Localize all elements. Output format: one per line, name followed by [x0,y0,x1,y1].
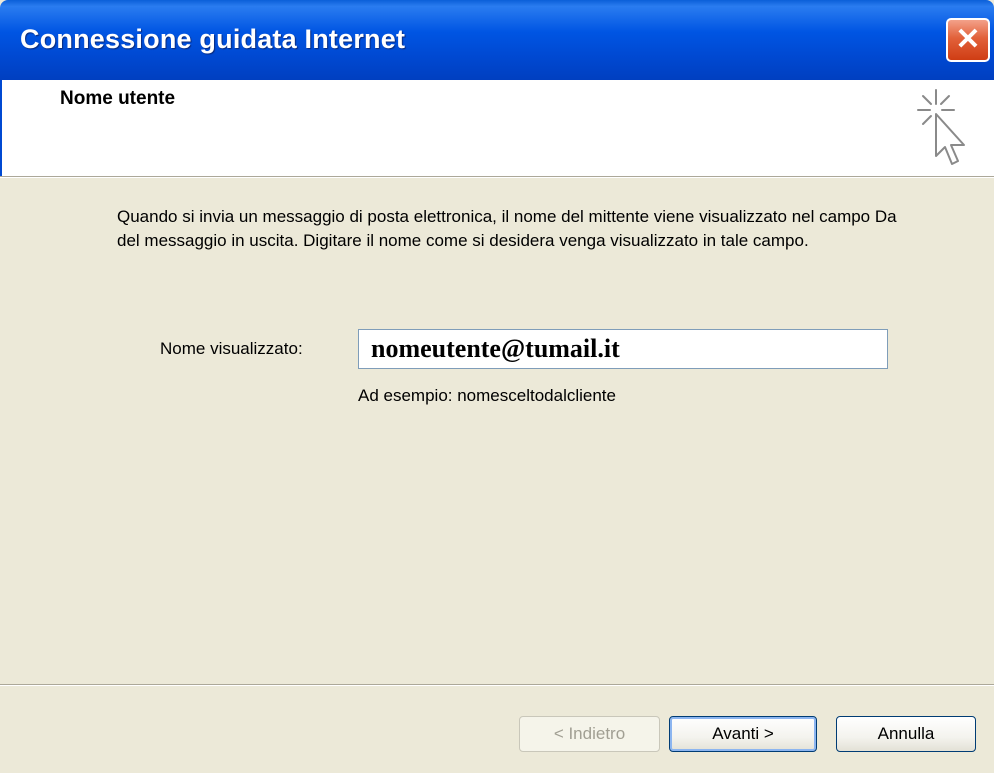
header-divider-highlight [0,177,994,178]
display-name-label: Nome visualizzato: [160,339,303,358]
page-title: Nome utente [60,88,176,109]
title-bar[interactable]: Connessione guidata Internet ✕ [0,0,994,80]
intro-text: Quando si invia un messaggio di posta el… [117,207,897,250]
close-button[interactable]: ✕ [946,18,990,62]
back-button[interactable]: < Indietro [519,716,660,752]
next-button[interactable]: Avanti > [669,716,817,752]
display-name-input[interactable] [358,329,888,369]
wizard-cursor-icon [917,89,965,165]
close-icon: ✕ [955,23,981,56]
window-title: Connessione guidata Internet [20,24,406,54]
footer-divider-highlight [0,685,994,686]
example-hint: Ad esempio: nomesceltodalcliente [358,386,616,405]
wizard-window: Connessione guidata Internet ✕ Nome uten… [0,0,994,773]
cancel-button[interactable]: Annulla [836,716,976,752]
